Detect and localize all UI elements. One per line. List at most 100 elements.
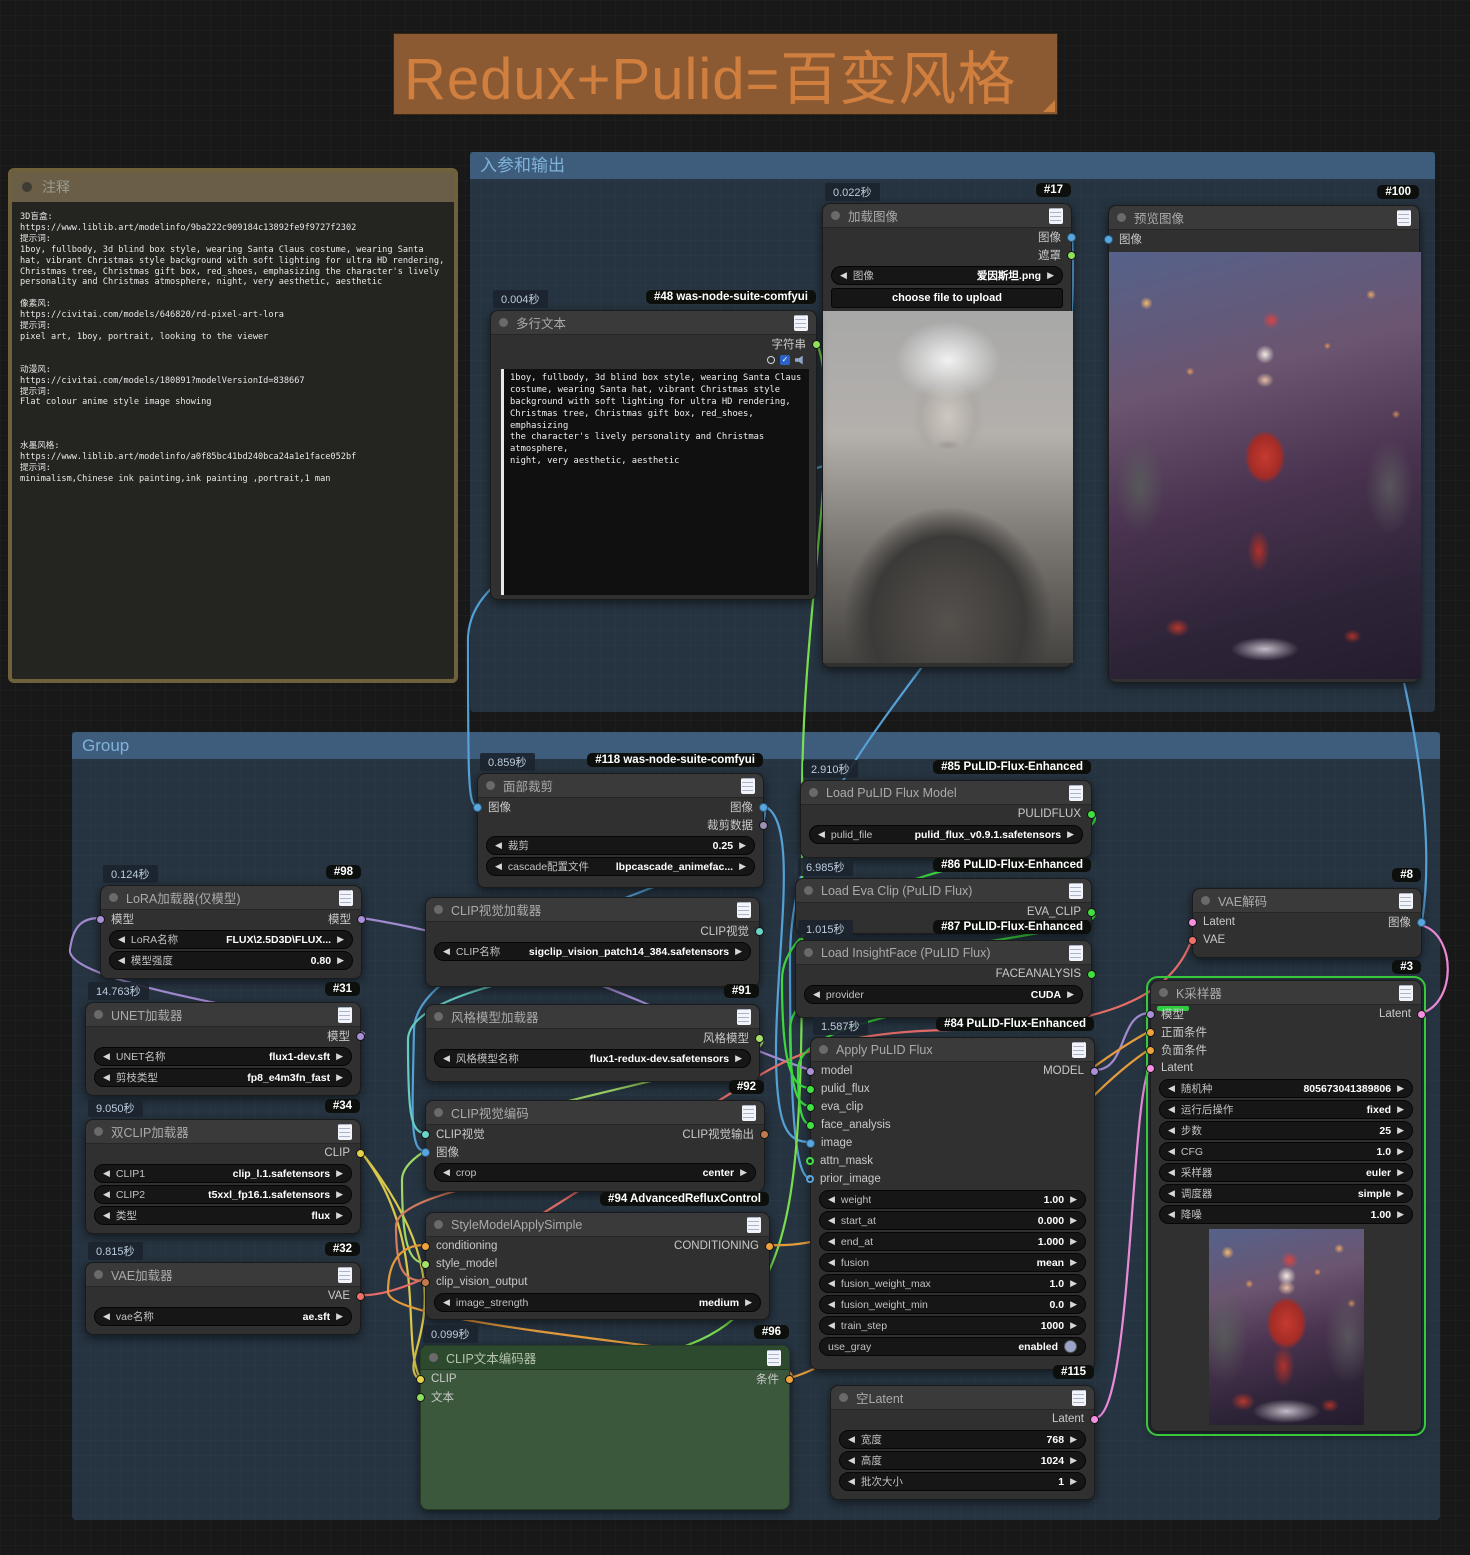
node-header[interactable]: 多行文本: [491, 311, 816, 335]
checkbox-checked-icon[interactable]: ✓: [780, 355, 790, 365]
widget-steps[interactable]: 步数25: [1159, 1121, 1413, 1140]
widget-control-after-generate[interactable]: 运行后操作fixed: [1159, 1100, 1413, 1119]
note-icon[interactable]: [339, 890, 353, 906]
input-port-style-model[interactable]: [421, 1260, 430, 1269]
input-port-conditioning[interactable]: [421, 1242, 430, 1251]
output-port-faceanalysis[interactable]: [1087, 970, 1096, 979]
prev-arrow[interactable]: [828, 1257, 835, 1268]
next-arrow[interactable]: [1070, 1257, 1077, 1268]
note-icon[interactable]: [338, 1267, 352, 1283]
node-header[interactable]: Load PuLID Flux Model: [801, 781, 1091, 805]
node-clip-vision-loader[interactable]: CLIP视觉加载器 CLIP视觉 CLIP名称sigclip_vision_pa…: [425, 897, 760, 987]
node-style-model-apply[interactable]: #94 AdvancedRefluxControl StyleModelAppl…: [425, 1212, 770, 1320]
prev-arrow[interactable]: [828, 1320, 835, 1331]
next-arrow[interactable]: [336, 1168, 343, 1179]
input-port-eva-clip[interactable]: [806, 1103, 815, 1112]
note-icon[interactable]: [742, 1105, 756, 1121]
collapse-dot-icon[interactable]: [94, 1010, 103, 1019]
note-icon[interactable]: [741, 778, 755, 794]
prev-arrow[interactable]: [828, 1299, 835, 1310]
prev-arrow[interactable]: [840, 270, 847, 281]
widget-start-at[interactable]: start_at0.000: [819, 1211, 1086, 1230]
node-header[interactable]: 加载图像: [823, 204, 1071, 228]
prev-arrow[interactable]: [1168, 1188, 1175, 1199]
output-port-conditioning[interactable]: [785, 1375, 794, 1384]
output-port-model[interactable]: [357, 915, 366, 924]
note-icon[interactable]: [1072, 1042, 1086, 1058]
prev-arrow[interactable]: [103, 1210, 110, 1221]
input-port-image[interactable]: [473, 803, 482, 812]
next-arrow[interactable]: [336, 1051, 343, 1062]
node-header[interactable]: Load InsightFace (PuLID Flux): [796, 941, 1091, 965]
next-arrow[interactable]: [1070, 1215, 1077, 1226]
output-port-style-model[interactable]: [755, 1034, 764, 1043]
output-port-string[interactable]: [812, 340, 821, 349]
node-load-image[interactable]: 0.022秒 #17 加载图像 图像 遮罩 图像爱因斯坦.png choose …: [822, 203, 1072, 668]
note-icon[interactable]: [737, 902, 751, 918]
widget-fusion-weight-max[interactable]: fusion_weight_max1.0: [819, 1274, 1086, 1293]
node-load-pulid-model[interactable]: 2.910秒 #85 PuLID-Flux-Enhanced Load PuLI…: [800, 780, 1092, 858]
prev-arrow[interactable]: [443, 1297, 450, 1308]
widget-crop[interactable]: 裁剪0.25: [486, 836, 755, 855]
note-icon[interactable]: [1049, 208, 1063, 224]
prev-arrow[interactable]: [443, 1167, 450, 1178]
next-arrow[interactable]: [739, 861, 746, 872]
note-panel[interactable]: 注释 3D盲盒: https://www.liblib.art/modelinf…: [8, 168, 458, 683]
output-port-model[interactable]: [1090, 1067, 1099, 1076]
node-header[interactable]: 空Latent: [831, 1386, 1094, 1410]
widget-end-at[interactable]: end_at1.000: [819, 1232, 1086, 1251]
node-header[interactable]: 面部裁剪: [478, 774, 763, 798]
output-port-pulidflux[interactable]: [1087, 810, 1096, 819]
collapse-dot-icon[interactable]: [486, 781, 495, 790]
widget-clip-name[interactable]: CLIP名称sigclip_vision_patch14_384.safeten…: [434, 942, 751, 961]
widget-width[interactable]: 宽度768: [839, 1430, 1086, 1449]
prev-arrow[interactable]: [813, 989, 820, 1000]
prev-arrow[interactable]: [1168, 1167, 1175, 1178]
node-header[interactable]: 双CLIP加载器: [86, 1120, 360, 1144]
next-arrow[interactable]: [336, 1072, 343, 1083]
widget-crop[interactable]: cropcenter: [434, 1163, 756, 1182]
note-icon[interactable]: [1397, 210, 1411, 226]
widget-use-gray[interactable]: use_grayenabled: [819, 1337, 1086, 1356]
note-panel-body[interactable]: 3D盲盒: https://www.liblib.art/modelinfo/9…: [12, 202, 454, 495]
toggle-icon[interactable]: [1064, 1340, 1077, 1353]
collapse-dot-icon[interactable]: [434, 1220, 443, 1229]
note-panel-header[interactable]: 注释: [12, 172, 454, 202]
node-header[interactable]: Load Eva Clip (PuLID Flux): [796, 879, 1091, 903]
widget-style-model-name[interactable]: 风格模型名称flux1-redux-dev.safetensors: [434, 1049, 751, 1068]
widget-cascade[interactable]: cascade配置文件lbpcascade_animefac...: [486, 857, 755, 876]
prev-arrow[interactable]: [828, 1236, 835, 1247]
collapse-dot-icon[interactable]: [499, 318, 508, 327]
output-port-cropdata[interactable]: [759, 821, 768, 830]
next-arrow[interactable]: [740, 1167, 747, 1178]
node-header[interactable]: 风格模型加载器: [426, 1005, 759, 1029]
input-port-model[interactable]: [1146, 1010, 1155, 1019]
output-port-model[interactable]: [356, 1032, 365, 1041]
input-port-positive[interactable]: [1146, 1028, 1155, 1037]
node-header[interactable]: CLIP视觉编码: [426, 1101, 764, 1125]
input-port-text[interactable]: [416, 1393, 425, 1402]
input-port-pulid-flux[interactable]: [806, 1085, 815, 1094]
prev-arrow[interactable]: [495, 840, 502, 851]
prev-arrow[interactable]: [848, 1476, 855, 1487]
input-port-model[interactable]: [96, 915, 105, 924]
prev-arrow[interactable]: [828, 1278, 835, 1289]
prev-arrow[interactable]: [828, 1194, 835, 1205]
node-clip-vision-encode[interactable]: #92 CLIP视觉编码 CLIP视觉 CLIP视觉输出 图像 cropcent…: [425, 1100, 765, 1192]
note-icon[interactable]: [767, 1350, 781, 1366]
note-icon[interactable]: [338, 1124, 352, 1140]
widget-lora-name[interactable]: LoRA名称FLUX\2.5D3D\FLUX...: [109, 930, 353, 949]
collapse-dot-icon[interactable]: [22, 182, 32, 192]
collapse-dot-icon[interactable]: [1117, 213, 1126, 222]
choose-file-button[interactable]: choose file to upload: [831, 288, 1063, 308]
widget-cfg[interactable]: CFG1.0: [1159, 1142, 1413, 1161]
banner-resize-handle[interactable]: [1043, 100, 1055, 112]
input-port-clip-vision[interactable]: [421, 1130, 430, 1139]
node-load-insightface[interactable]: 1.015秒 #87 PuLID-Flux-Enhanced Load Insi…: [795, 940, 1092, 1018]
widget-image-strength[interactable]: image_strengthmedium: [434, 1293, 761, 1312]
collapse-dot-icon[interactable]: [94, 1270, 103, 1279]
output-port-clip-vision-output[interactable]: [760, 1130, 769, 1139]
widget-image-file[interactable]: 图像爱因斯坦.png: [831, 266, 1063, 285]
node-unet-loader[interactable]: 14.763秒 #31 UNET加载器 模型 UNET名称flux1-dev.s…: [85, 1002, 361, 1096]
collapse-dot-icon[interactable]: [1201, 896, 1210, 905]
